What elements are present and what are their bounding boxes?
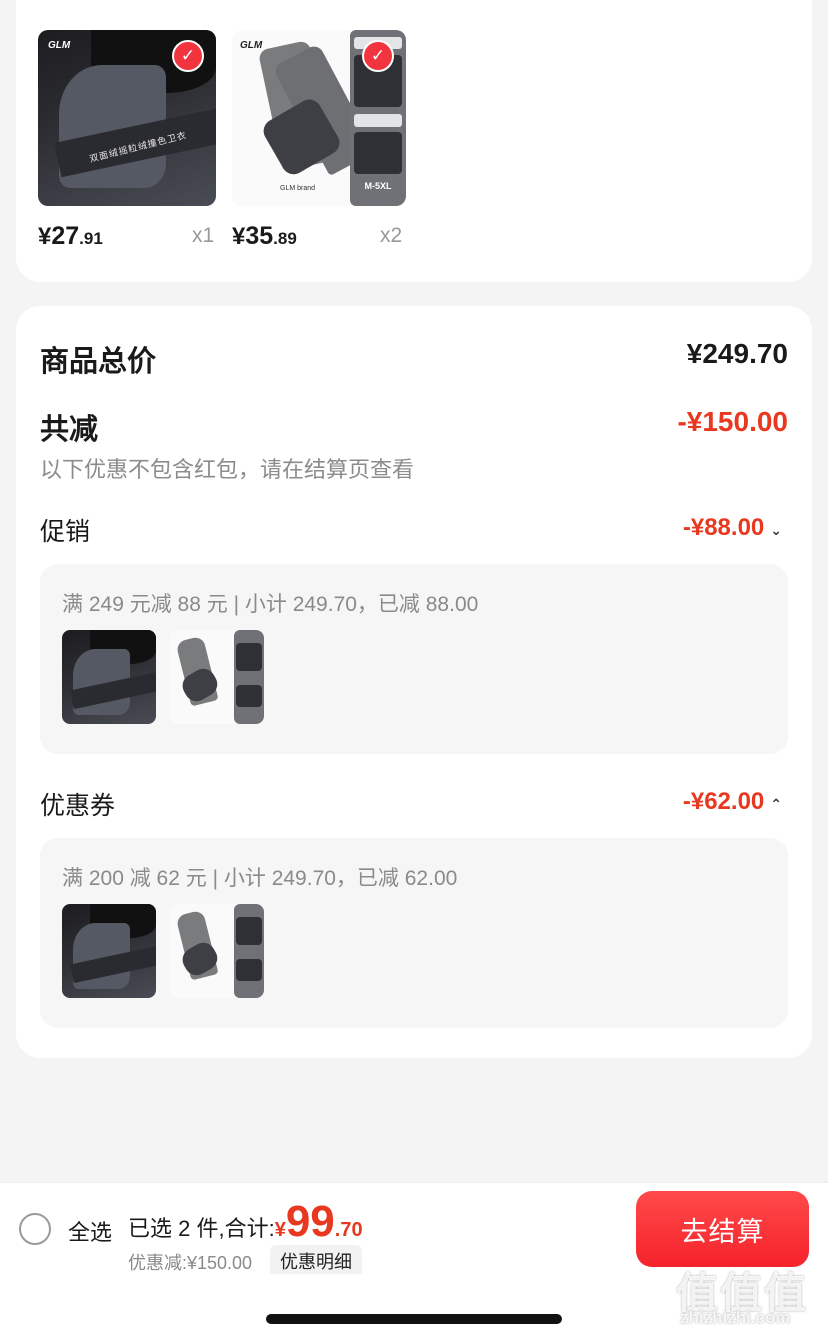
coupon-detail-text: 满 200 减 62 元 | 小计 249.70，已减 62.00 — [62, 867, 458, 890]
product-logo: GLM — [48, 40, 71, 51]
product-brand: GLM brand — [280, 185, 316, 192]
coupon-toggle[interactable]: -¥62.00 ⌃ — [683, 788, 782, 816]
product-quantity: x2 — [380, 224, 403, 247]
select-all-label[interactable]: 全选 — [68, 1215, 112, 1247]
home-indicator-area: 值值值 zhizhizhi.com — [0, 1270, 828, 1340]
coupon-detail-box: 满 200 减 62 元 | 小计 249.70，已减 62.00 — [40, 838, 788, 1028]
promo-item-image[interactable] — [170, 630, 264, 724]
discount-note: 以下优惠不包含红包，请在结算页查看 — [40, 457, 415, 482]
product-price: ¥27.91 — [38, 222, 103, 250]
checkout-button[interactable]: 去结算 — [636, 1191, 809, 1267]
total-integer: 99 — [285, 1197, 335, 1246]
discount-detail-button[interactable]: 优惠明细 — [270, 1245, 362, 1277]
selected-check-icon[interactable]: ✓ — [172, 40, 204, 72]
promo-value: -¥88.00 — [682, 514, 765, 541]
promo-item-image[interactable] — [62, 630, 156, 724]
total-price-label: 商品总价 — [40, 346, 157, 378]
coupon-item-image[interactable] — [62, 904, 156, 998]
promo-detail-box: 满 249 元减 88 元 | 小计 249.70，已减 88.00 — [40, 564, 788, 754]
total-price-value: ¥249.70 — [686, 338, 788, 369]
product-logo: GLM — [240, 40, 263, 51]
coupon-item-image[interactable] — [170, 904, 264, 998]
selected-check-icon[interactable]: ✓ — [362, 40, 394, 72]
promo-toggle[interactable]: -¥88.00 ⌄ — [683, 514, 782, 542]
select-all-radio[interactable] — [19, 1213, 51, 1245]
coupon-label: 优惠券 — [40, 792, 116, 820]
product-card: GLM 双面绒摇粒绒撞色卫衣 ✓ ¥27.91 x1 GLM GLM brand… — [16, 0, 812, 282]
home-indicator[interactable] — [266, 1314, 562, 1324]
total-summary: 已选 2 件,合计:¥99.70 — [128, 1197, 363, 1247]
product-quantity: x1 — [192, 224, 215, 247]
total-decimal: .70 — [334, 1219, 363, 1241]
total-discount-label: 共减 — [40, 414, 99, 446]
price-summary-card: 商品总价 ¥249.70 共减 -¥150.00 以下优惠不包含红包，请在结算页… — [16, 306, 812, 1058]
chevron-down-icon: ⌄ — [770, 522, 782, 538]
coupon-value: -¥62.00 — [682, 788, 765, 815]
watermark-url: zhizhizhi.com — [680, 1308, 791, 1327]
promo-label: 促销 — [40, 518, 91, 546]
discount-amount: 优惠减:¥150.00 — [128, 1253, 253, 1273]
total-symbol: ¥ — [274, 1219, 286, 1241]
total-discount-value: -¥150.00 — [677, 406, 788, 437]
selected-count-text: 已选 2 件,合计: — [128, 1216, 275, 1241]
product-price: ¥35.89 — [232, 222, 297, 250]
chevron-up-icon: ⌃ — [770, 796, 782, 812]
promo-detail-text: 满 249 元减 88 元 | 小计 249.70，已减 88.00 — [62, 593, 479, 616]
